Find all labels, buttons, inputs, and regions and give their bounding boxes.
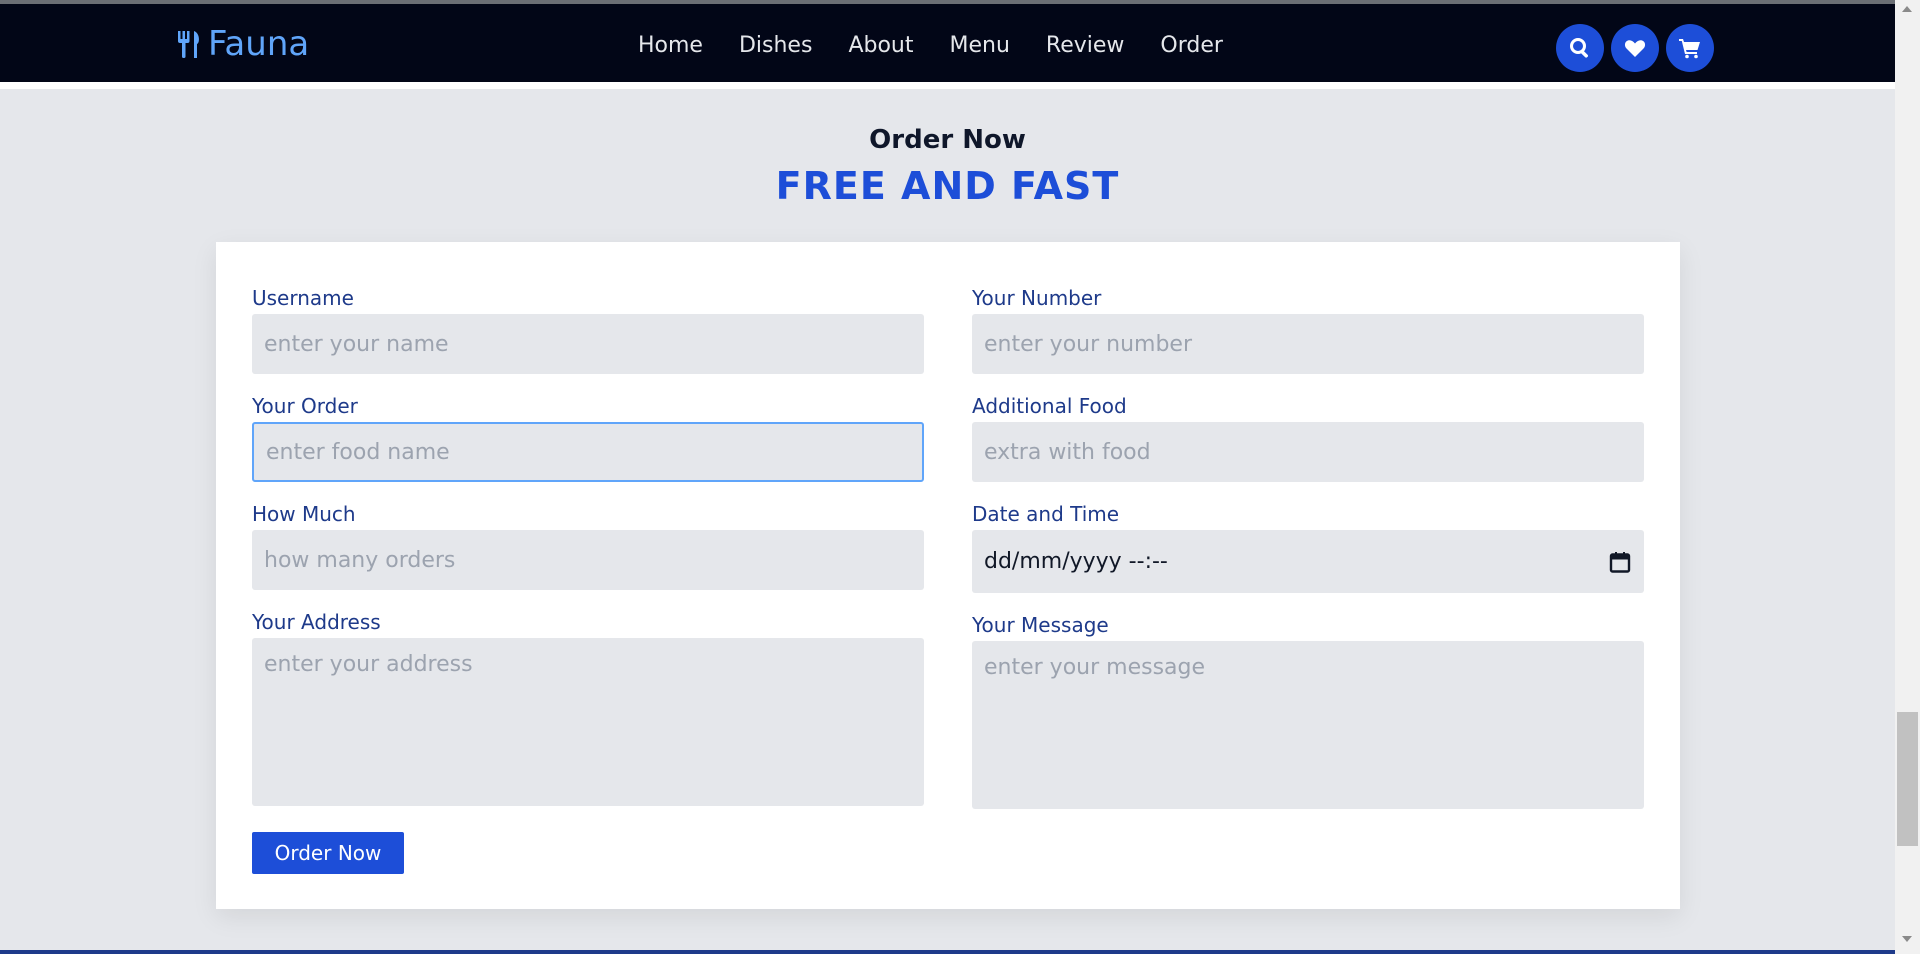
how-much-input[interactable] [252,530,924,590]
utensils-icon [178,31,199,58]
number-input[interactable] [972,314,1644,374]
section-subtitle: Order Now [869,125,1026,155]
address-textarea[interactable] [252,638,924,806]
nav-icon-group [1556,24,1714,72]
nav-link-review[interactable]: Review [1046,33,1125,58]
how-much-label: How Much [252,502,356,526]
address-label: Your Address [252,610,381,634]
additional-food-label: Additional Food [972,394,1127,418]
favorites-button[interactable] [1611,24,1659,72]
search-icon [1570,38,1588,58]
cart-button[interactable] [1666,24,1714,72]
section-title: FREE AND FAST [775,164,1120,208]
scroll-down-arrow-icon[interactable] [1902,936,1912,942]
additional-food-input[interactable] [972,422,1644,482]
calendar-icon[interactable] [1608,550,1632,574]
nav-link-about[interactable]: About [848,33,913,58]
navbar: Fauna Home Dishes About Menu Review Orde… [0,4,1895,89]
order-input[interactable] [252,422,924,482]
number-label: Your Number [972,286,1102,310]
scroll-up-arrow-icon[interactable] [1902,6,1912,12]
username-label: Username [252,286,354,310]
cart-icon [1679,39,1700,59]
date-time-value: dd/mm/yyyy --:-- [984,549,1168,574]
nav-link-home[interactable]: Home [638,33,703,58]
brand-logo[interactable]: Fauna [176,24,309,64]
main-nav: Home Dishes About Menu Review Order [638,33,1259,58]
search-button[interactable] [1556,24,1604,72]
date-time-label: Date and Time [972,502,1120,526]
window-bottom-border [0,950,1895,954]
page-scrollbar[interactable] [1895,0,1920,954]
username-input[interactable] [252,314,924,374]
brand-name: Fauna [208,24,310,64]
date-time-input[interactable]: dd/mm/yyyy --:-- [972,530,1644,593]
nav-link-dishes[interactable]: Dishes [739,33,812,58]
nav-link-menu[interactable]: Menu [949,33,1009,58]
message-label: Your Message [972,613,1109,637]
order-form: Username Your Number Your Order Addition… [216,242,1680,909]
nav-link-order[interactable]: Order [1160,33,1223,58]
order-label: Your Order [252,394,358,418]
scrollbar-thumb[interactable] [1897,712,1918,846]
message-textarea[interactable] [972,641,1644,809]
heart-icon [1624,40,1646,57]
order-now-button[interactable]: Order Now [252,832,404,874]
